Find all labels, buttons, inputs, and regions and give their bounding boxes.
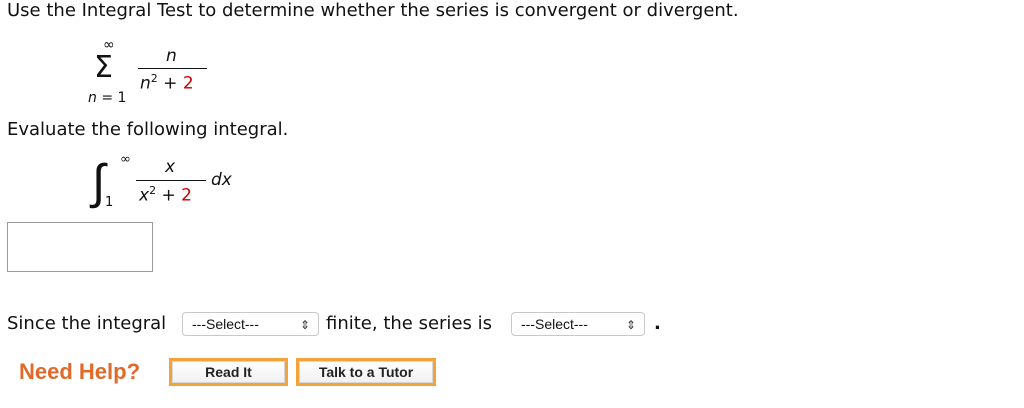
series-lower-rest: = 1: [96, 90, 127, 106]
conclusion-text-before: Since the integral: [7, 313, 167, 334]
integral-denominator: x2 + 2: [139, 184, 192, 206]
integral-differential: dx: [211, 170, 232, 190]
updown-chevron-icon: ⇕: [625, 318, 636, 332]
integral-numerator: x: [165, 157, 176, 177]
integral-sign-icon: ∫: [92, 154, 106, 210]
talk-to-tutor-button[interactable]: Talk to a Tutor: [296, 358, 436, 386]
conclusion-text-middle: finite, the series is: [326, 313, 492, 334]
select-value: ---Select---: [192, 316, 259, 332]
series-denominator: n2 + 2: [140, 72, 194, 94]
conclusion-period: .: [654, 313, 661, 334]
sigma-icon: Σ: [94, 50, 113, 85]
question-prompt: Use the Integral Test to determine wheth…: [7, 0, 739, 21]
need-help-label: Need Help?: [19, 359, 141, 384]
read-it-label: Read It: [172, 361, 285, 383]
series-lower-var: n: [88, 90, 97, 106]
series-conclusion-select[interactable]: ---Select--- ⇕: [511, 312, 645, 336]
series-lower-limit: n = 1: [88, 90, 126, 106]
talk-to-tutor-label: Talk to a Tutor: [299, 361, 433, 383]
integral-answer-input[interactable]: [7, 222, 153, 272]
read-it-button[interactable]: Read It: [169, 358, 288, 386]
series-numerator: n: [166, 46, 177, 66]
select-value: ---Select---: [521, 316, 588, 332]
integral-lower-limit: 1: [105, 195, 114, 210]
integral-prompt: Evaluate the following integral.: [7, 119, 289, 140]
series-fraction-bar: [138, 68, 207, 69]
integral-fraction-bar: [136, 180, 206, 181]
updown-chevron-icon: ⇕: [299, 318, 310, 332]
integral-upper-limit: ∞: [120, 152, 131, 167]
integral-finite-select[interactable]: ---Select--- ⇕: [182, 312, 319, 336]
